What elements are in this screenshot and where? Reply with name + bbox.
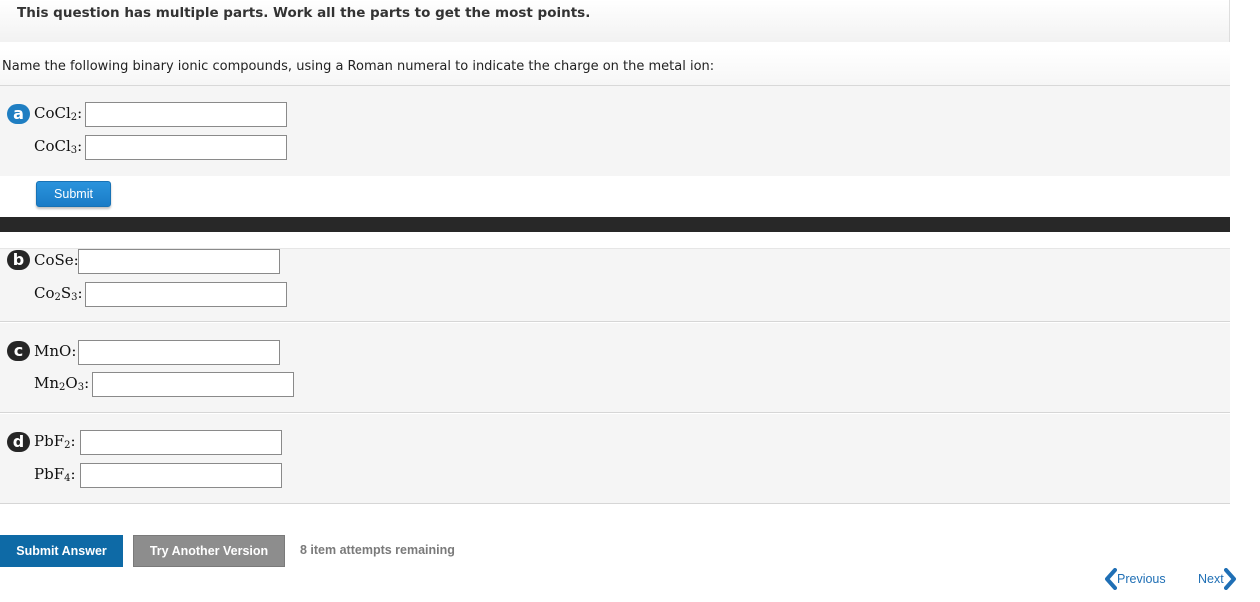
- formula-cose: CoSe:: [34, 251, 79, 269]
- part-divider: [0, 217, 1230, 232]
- answer-input-co2s3[interactable]: [85, 282, 287, 307]
- multipart-notice-banner: This question has multiple parts. Work a…: [0, 0, 1230, 42]
- answer-input-mno[interactable]: [78, 340, 280, 365]
- try-another-version-button[interactable]: Try Another Version: [133, 535, 285, 567]
- next-link[interactable]: Next: [1198, 568, 1237, 590]
- answer-input-pbf2[interactable]: [80, 430, 282, 455]
- formula-mno: MnO:: [34, 342, 77, 360]
- question-instruction: Name the following binary ionic compound…: [2, 59, 715, 74]
- part-c-section: [0, 323, 1230, 413]
- chevron-right-icon: [1223, 568, 1237, 590]
- part-c-badge: c: [7, 341, 30, 361]
- chevron-left-icon: [1104, 568, 1117, 590]
- formula-pbf4: PbF4:: [34, 465, 76, 484]
- previous-link-label: Previous: [1117, 572, 1166, 586]
- submit-answer-button[interactable]: Submit Answer: [0, 535, 123, 567]
- formula-cocl2: CoCl2:: [34, 104, 83, 123]
- part-a-section: [0, 86, 1230, 176]
- formula-cocl3: CoCl3:: [34, 137, 83, 156]
- part-a-badge: a: [7, 104, 30, 124]
- previous-link[interactable]: Previous: [1104, 568, 1166, 590]
- answer-input-pbf4[interactable]: [80, 463, 282, 488]
- part-d-section: [0, 414, 1230, 504]
- next-link-label: Next: [1198, 572, 1224, 586]
- part-d-badge: d: [7, 432, 30, 452]
- part-a-submit-button[interactable]: Submit: [36, 181, 111, 207]
- answer-input-mn2o3[interactable]: [92, 372, 294, 397]
- question-instruction-row: Name the following binary ionic compound…: [0, 49, 1230, 86]
- formula-co2s3: Co2S3:: [34, 284, 83, 303]
- formula-pbf2: PbF2:: [34, 432, 76, 451]
- attempts-remaining-text: 8 item attempts remaining: [300, 543, 455, 557]
- part-b-badge: b: [7, 250, 30, 270]
- answer-input-cocl3[interactable]: [85, 135, 287, 160]
- answer-input-cose[interactable]: [78, 249, 280, 274]
- multipart-notice-text: This question has multiple parts. Work a…: [17, 5, 591, 21]
- formula-mn2o3: Mn2O3:: [34, 374, 90, 393]
- answer-input-cocl2[interactable]: [85, 102, 287, 127]
